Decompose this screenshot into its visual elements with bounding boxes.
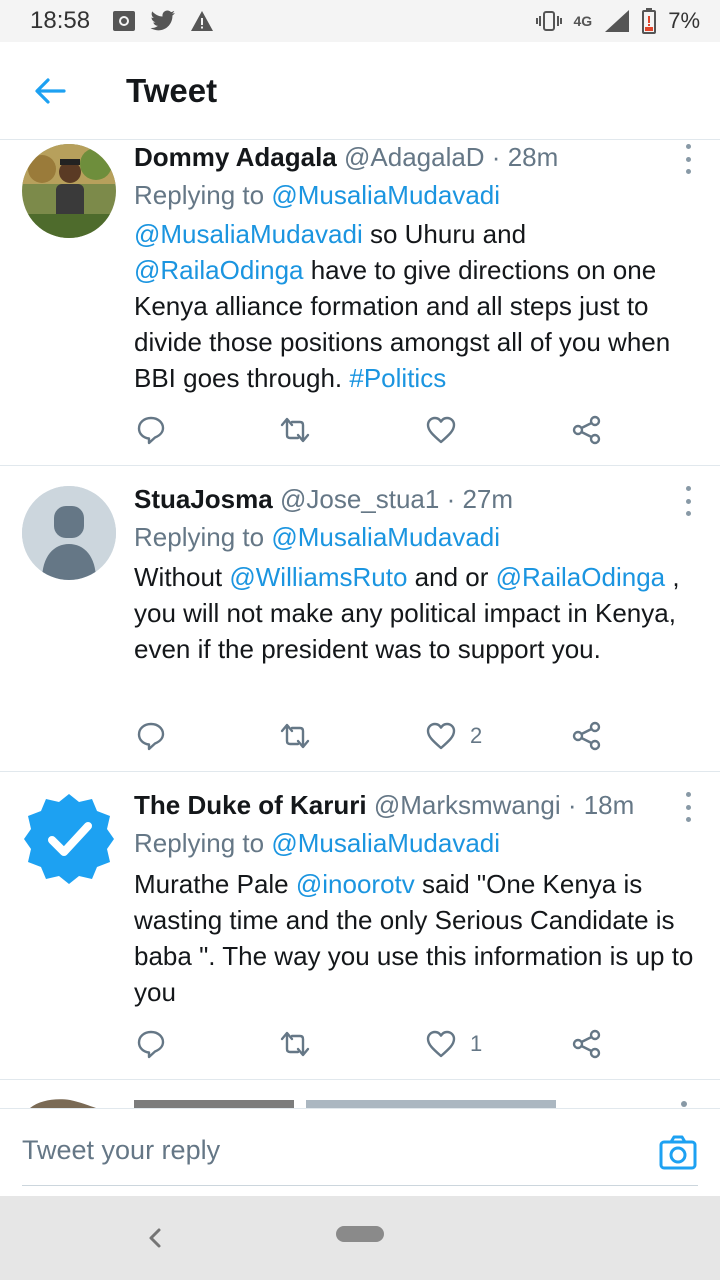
tweet-text-segment: and or: [407, 562, 496, 592]
replying-to-mention[interactable]: @MusaliaMudavadi: [271, 828, 500, 858]
like-button[interactable]: 2: [426, 716, 482, 756]
reply-composer: [0, 1108, 720, 1196]
notification-icons: [112, 10, 214, 32]
share-button[interactable]: [572, 1024, 602, 1064]
tweet-author-name[interactable]: StuaJosma: [134, 484, 273, 514]
reply-button[interactable]: [136, 1024, 166, 1064]
mention-link[interactable]: @WilliamsRuto: [229, 562, 407, 592]
replying-to-mention[interactable]: @MusaliaMudavadi: [271, 180, 500, 210]
tweet-text: Murathe Pale @inoorotv said "One Kenya i…: [134, 866, 700, 1010]
signal-icon: [605, 10, 630, 32]
replying-to-label: Replying to: [134, 828, 272, 858]
default-profile-icon: [22, 486, 116, 580]
tweet-actions: 2: [134, 716, 604, 756]
mention-link[interactable]: @RailaOdinga: [496, 562, 665, 592]
mention-link[interactable]: @RailaOdinga: [134, 255, 303, 285]
reply-input[interactable]: [22, 1135, 622, 1166]
heart-icon: [426, 1030, 456, 1058]
retweet-button[interactable]: [279, 1024, 311, 1064]
share-button[interactable]: [572, 716, 602, 756]
vibrate-icon: [535, 11, 562, 31]
retweet-icon: [280, 723, 310, 749]
chevron-left-icon: [149, 1228, 161, 1248]
tweet-item[interactable]: Dommy Adagala @AdagalaD · 28m Replying t…: [0, 140, 720, 466]
more-options-button[interactable]: [678, 792, 698, 822]
tweet-author-name[interactable]: The Duke of Karuri: [134, 790, 367, 820]
hashtag-link[interactable]: #Politics: [349, 363, 446, 393]
tweet-author-name[interactable]: Dommy Adagala: [134, 142, 337, 172]
next-tweet-peek[interactable]: [0, 1080, 720, 1108]
system-nav-bar: [0, 1196, 720, 1280]
status-bar: 18:58 4G 7%: [0, 0, 720, 42]
tweet-text-segment: Without: [134, 562, 230, 592]
reply-icon: [137, 722, 165, 751]
share-icon: [572, 721, 601, 751]
reply-icon: [137, 1030, 165, 1059]
more-options-button[interactable]: [678, 486, 698, 516]
nav-home-button[interactable]: [336, 1226, 384, 1242]
heart-icon: [426, 722, 456, 750]
avatar[interactable]: [22, 486, 116, 580]
replying-to-mention[interactable]: @MusaliaMudavadi: [271, 522, 500, 552]
camera-icon: [659, 1135, 697, 1170]
replying-to: Replying to @MusaliaMudavadi: [134, 522, 500, 553]
retweet-button[interactable]: [279, 716, 311, 756]
replying-to: Replying to @MusaliaMudavadi: [134, 828, 500, 859]
back-button[interactable]: [20, 61, 80, 121]
tweet-actions: 1: [134, 1024, 604, 1064]
app-header: Tweet: [0, 42, 720, 140]
reply-button[interactable]: [136, 716, 166, 756]
share-icon: [572, 415, 601, 445]
tweet-item[interactable]: The Duke of Karuri @Marksmwangi · 18m Re…: [0, 772, 720, 1080]
like-button[interactable]: [426, 410, 470, 450]
avatar[interactable]: [22, 144, 116, 238]
tweet-author-handle: @Jose_stua1 · 27m: [279, 484, 514, 514]
system-icons: 4G 7%: [535, 8, 700, 34]
mention-link[interactable]: @inoorotv: [296, 869, 415, 899]
network-type: 4G: [573, 13, 593, 29]
next-tweet-fragment: [30, 1099, 687, 1108]
tweet-text-segment: Murathe Pale: [134, 869, 296, 899]
mention-link[interactable]: @MusaliaMudavadi: [134, 219, 363, 249]
more-options-button[interactable]: [678, 144, 698, 174]
verified-badge-icon: [24, 794, 114, 884]
page-title: Tweet: [126, 71, 218, 109]
like-button[interactable]: 1: [426, 1024, 482, 1064]
retweet-icon: [280, 417, 310, 443]
camera-button[interactable]: [658, 1133, 698, 1173]
retweet-button[interactable]: [279, 410, 311, 450]
tweet-text-segment: so Uhuru and: [362, 219, 527, 249]
user-photo: [22, 144, 116, 238]
tweet-header: The Duke of Karuri @Marksmwangi · 18m: [134, 790, 700, 821]
replying-to: Replying to @MusaliaMudavadi: [134, 180, 500, 211]
replying-to-label: Replying to: [134, 522, 272, 552]
share-button[interactable]: [572, 410, 602, 450]
replying-to-label: Replying to: [134, 180, 272, 210]
twitter-icon: [150, 10, 175, 31]
heart-icon: [426, 416, 456, 444]
battery-percent: 7%: [668, 8, 700, 33]
warning-icon: [191, 11, 214, 31]
tweet-author-handle: @AdagalaD · 28m: [344, 142, 559, 172]
like-count: 1: [470, 1031, 483, 1056]
tweet-author-handle: @Marksmwangi · 18m: [373, 790, 635, 820]
tweet-header: StuaJosma @Jose_stua1 · 27m: [134, 484, 700, 515]
tweet-item[interactable]: StuaJosma @Jose_stua1 · 27m Replying to …: [0, 466, 720, 772]
status-time: 18:58: [30, 7, 91, 34]
retweet-icon: [280, 1031, 310, 1057]
like-count: 2: [470, 723, 483, 748]
screenshot-icon: [113, 11, 136, 31]
tweet-header: Dommy Adagala @AdagalaD · 28m: [134, 142, 700, 173]
back-arrow-icon: [35, 77, 66, 104]
share-icon: [572, 1029, 601, 1059]
tweet-text: Without @WilliamsRuto and or @RailaOding…: [134, 559, 700, 667]
avatar[interactable]: [22, 792, 116, 886]
reply-icon: [137, 416, 165, 445]
nav-back-button[interactable]: [140, 1218, 170, 1258]
tweet-text: @MusaliaMudavadi so Uhuru and @RailaOdin…: [134, 216, 700, 396]
input-underline: [22, 1185, 698, 1186]
reply-button[interactable]: [136, 410, 166, 450]
battery-icon: [642, 8, 657, 34]
tweet-actions: [134, 410, 604, 450]
